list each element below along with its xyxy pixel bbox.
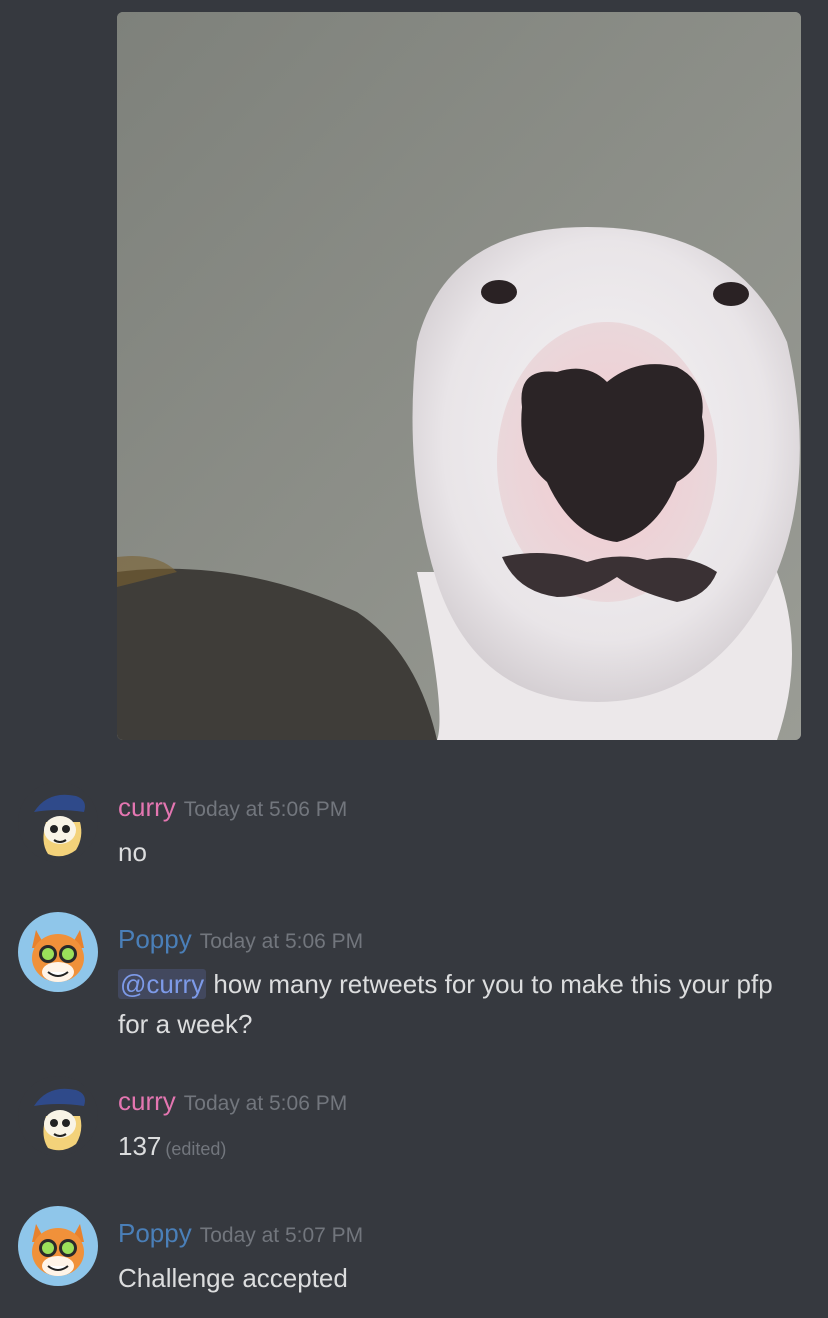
message-header: curry Today at 5:06 PM: [118, 792, 347, 823]
timestamp: Today at 5:06 PM: [183, 798, 348, 821]
message-text: no: [118, 837, 147, 867]
user-avatar[interactable]: [18, 1076, 98, 1156]
image-attachment[interactable]: [117, 12, 801, 740]
user-mention[interactable]: @curry: [118, 969, 207, 999]
message-header: Poppy Today at 5:06 PM: [118, 924, 363, 955]
message-header: Poppy Today at 5:07 PM: [118, 1218, 363, 1249]
message-text: @curry how many retweets for you to make…: [118, 964, 788, 1044]
message-text: Challenge accepted: [118, 1263, 348, 1293]
username[interactable]: Poppy: [118, 1218, 192, 1248]
curry-avatar-icon: [18, 1076, 98, 1156]
user-avatar[interactable]: [18, 1206, 98, 1286]
message-body: 137: [118, 1131, 162, 1161]
message-body: how many retweets for you to make this y…: [118, 969, 773, 1039]
timestamp: Today at 5:06 PM: [199, 930, 364, 953]
poppy-avatar-icon: [18, 1206, 98, 1286]
username[interactable]: Poppy: [118, 924, 192, 954]
message-header: curry Today at 5:06 PM: [118, 1086, 347, 1117]
username[interactable]: curry: [118, 1086, 176, 1116]
poppy-avatar-icon: [18, 912, 98, 992]
user-avatar[interactable]: [18, 782, 98, 862]
dog-photo-icon: [117, 12, 801, 740]
timestamp: Today at 5:06 PM: [183, 1092, 348, 1115]
edited-label: (edited): [165, 1139, 227, 1159]
message-text: 137 (edited): [118, 1126, 788, 1169]
timestamp: Today at 5:07 PM: [199, 1224, 364, 1247]
curry-avatar-icon: [18, 782, 98, 862]
user-avatar[interactable]: [18, 912, 98, 992]
username[interactable]: curry: [118, 792, 176, 822]
